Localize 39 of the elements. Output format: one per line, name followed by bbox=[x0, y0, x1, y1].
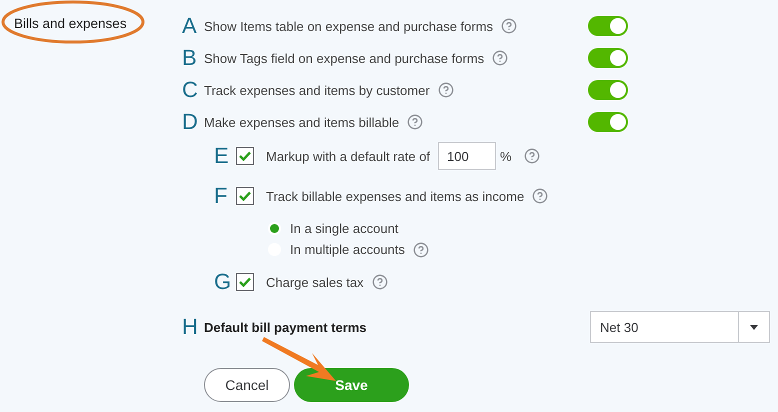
help-icon[interactable] bbox=[372, 274, 388, 290]
setting-label: Make expenses and items billable bbox=[204, 114, 400, 130]
step-letter: C bbox=[182, 79, 199, 101]
help-icon[interactable] bbox=[492, 50, 508, 66]
setting-label: Show Items table on expense and purchase forms bbox=[204, 18, 494, 34]
toggle-switch[interactable] bbox=[588, 16, 628, 36]
checkbox[interactable] bbox=[236, 147, 254, 165]
help-icon[interactable] bbox=[524, 148, 540, 164]
radio-label: In a single account bbox=[290, 221, 398, 236]
help-icon[interactable] bbox=[412, 242, 429, 258]
step-letter: H bbox=[182, 316, 199, 338]
setting-label: Show Tags field on expense and purchase forms bbox=[204, 50, 484, 66]
setting-label: Track billable expenses and items as income bbox=[266, 188, 524, 204]
section-label: Bills and expenses bbox=[14, 16, 127, 31]
help-icon[interactable] bbox=[407, 114, 424, 130]
terms-dropdown[interactable]: Net 30 bbox=[590, 311, 770, 343]
toggle-switch[interactable] bbox=[588, 112, 628, 132]
cancel-button[interactable]: Cancel bbox=[204, 368, 290, 402]
step-letter: B bbox=[182, 47, 198, 69]
toggle-switch[interactable] bbox=[588, 48, 628, 68]
radio-button[interactable] bbox=[268, 222, 281, 235]
checkbox[interactable] bbox=[236, 187, 254, 205]
checkbox[interactable] bbox=[236, 273, 254, 291]
radio-label: In multiple accounts bbox=[290, 242, 405, 257]
setting-label: Default bill payment terms bbox=[204, 320, 367, 334]
help-icon[interactable] bbox=[532, 188, 548, 204]
step-letter: G bbox=[214, 271, 232, 293]
step-letter: E bbox=[214, 145, 230, 167]
step-letter: D bbox=[182, 111, 199, 133]
help-icon[interactable] bbox=[501, 18, 518, 34]
setting-label: Markup with a default rate of bbox=[266, 148, 430, 164]
help-icon[interactable] bbox=[438, 82, 454, 98]
rate-input[interactable]: 100 bbox=[438, 142, 496, 170]
percent-sign: % bbox=[500, 148, 512, 164]
step-letter: F bbox=[214, 185, 228, 207]
setting-label: Track expenses and items by customer bbox=[204, 82, 430, 98]
step-letter: A bbox=[182, 15, 198, 37]
toggle-switch[interactable] bbox=[588, 80, 628, 100]
setting-label: Charge sales tax bbox=[266, 274, 364, 290]
